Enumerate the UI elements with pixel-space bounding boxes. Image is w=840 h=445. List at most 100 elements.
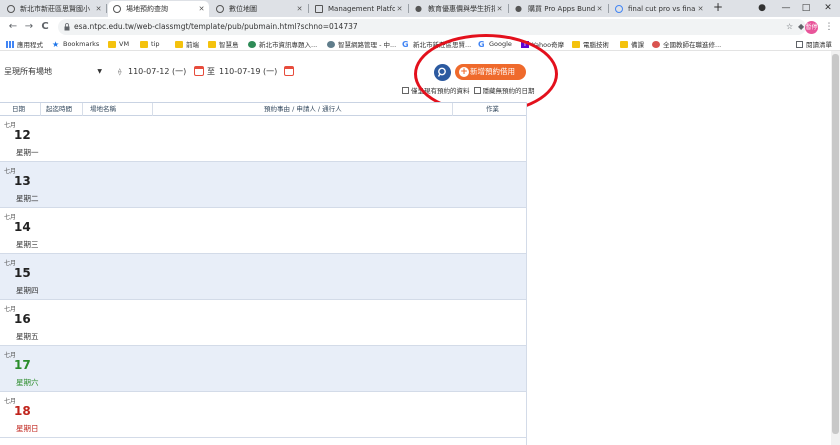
- tab-divider: [106, 4, 107, 13]
- extension-icon[interactable]: ◆: [798, 19, 804, 35]
- browser-toolbar: ← → C esa.ntpc.edu.tw/web-classmgt/templ…: [0, 17, 840, 37]
- close-tab-icon[interactable]: ✕: [696, 5, 705, 13]
- weekday-label: 星期一: [16, 148, 39, 157]
- weekday-label: 星期二: [16, 194, 39, 203]
- close-tab-icon[interactable]: ✕: [495, 5, 504, 13]
- bookmark-label: 電腦技術: [583, 41, 609, 49]
- bookmark-label: tip: [151, 40, 160, 48]
- bookmark-network-admin[interactable]: 智慧網路管理 - 中...: [327, 38, 396, 50]
- header-date: 日期: [12, 105, 25, 113]
- tab-title: final cut pro vs final cu: [628, 5, 696, 13]
- bookmark-vm[interactable]: VM: [108, 38, 129, 50]
- bookmark-lesson-prep[interactable]: 備課: [620, 38, 644, 50]
- folder-icon: [620, 40, 628, 48]
- bookmark-ntpc-topics[interactable]: 新北市資訊專題入...: [248, 38, 317, 50]
- reload-button[interactable]: C: [38, 19, 52, 35]
- day-number: 12: [14, 128, 31, 142]
- bookmark-star-icon[interactable]: ☆: [786, 19, 793, 35]
- tab-divider: [308, 4, 309, 13]
- tab-school-site[interactable]: 新北市新莊區思賢國小 ✕: [2, 1, 106, 17]
- tab-title: 購買 Pro Apps Bundle: [528, 5, 595, 13]
- close-tab-icon[interactable]: ✕: [595, 5, 604, 13]
- venue-select[interactable]: 呈現所有場地 ▼: [4, 64, 108, 80]
- day-number: 13: [14, 174, 31, 188]
- header-action: 作業: [486, 105, 499, 113]
- table-row: 七月 15 星期四: [0, 254, 526, 300]
- bookmark-label: 新北市資訊專題入...: [259, 41, 318, 49]
- table-row: 七月 17 星期六: [0, 346, 526, 392]
- tab-pro-apps-bundle[interactable]: ● 購買 Pro Apps Bundle ✕: [510, 1, 607, 17]
- tab-title: 新北市新莊區思賢國小: [20, 5, 90, 13]
- table-row: 七月 18 星期日: [0, 392, 526, 438]
- bookmark-tip[interactable]: tip: [140, 38, 159, 50]
- close-tab-icon[interactable]: ✕: [197, 5, 206, 13]
- bookmark-label: 智慧島: [219, 41, 239, 49]
- back-button[interactable]: ←: [6, 19, 20, 35]
- date-from-field[interactable]: 110-07-12 (一): [128, 64, 186, 80]
- weekday-label: 星期三: [16, 240, 39, 249]
- folder-icon: [208, 40, 216, 48]
- bookmark-label: Bookmarks: [63, 40, 100, 48]
- day-number: 14: [14, 220, 31, 234]
- tab-search-icon[interactable]: ●: [752, 0, 772, 17]
- bookmark-label: 智慧網路管理 - 中...: [338, 41, 397, 49]
- bookmark-apps[interactable]: 應用程式: [6, 38, 43, 50]
- weekday-label: 星期日: [16, 424, 39, 433]
- header-reason: 預約事由 / 申請人 / 通行人: [264, 105, 342, 113]
- minimize-button[interactable]: —: [776, 0, 796, 17]
- close-tab-icon[interactable]: ✕: [94, 5, 103, 13]
- show-reserved-checkbox[interactable]: [402, 86, 409, 94]
- weekday-label: 星期五: [16, 332, 39, 341]
- weekday-label: 星期四: [16, 286, 39, 295]
- calendar-icon[interactable]: [284, 66, 294, 76]
- globe-icon: [113, 5, 121, 13]
- bookmark-label: 應用程式: [17, 41, 43, 49]
- scrollbar-thumb[interactable]: [832, 54, 839, 434]
- address-bar[interactable]: esa.ntpc.edu.tw/web-classmgt/template/pu…: [58, 19, 806, 35]
- site-icon: [652, 40, 660, 48]
- tab-title: Management Platform: [328, 5, 395, 13]
- tab-google-search[interactable]: final cut pro vs final cu ✕: [610, 1, 708, 17]
- maximize-button[interactable]: □: [796, 0, 816, 17]
- tab-divider: [408, 4, 409, 13]
- venue-select-value: 呈現所有場地: [4, 67, 52, 76]
- apps-grid-icon: [6, 40, 14, 48]
- tab-title: 數位地圖: [229, 5, 257, 13]
- bookmark-teacher-training[interactable]: 全國教師在職進修...: [652, 38, 721, 50]
- tab-education-pricing[interactable]: ● 教育優惠價與學生折扣 ✕: [410, 1, 507, 17]
- bookmark-smart-island[interactable]: 智慧島: [208, 38, 239, 50]
- day-number: 16: [14, 312, 31, 326]
- tab-digital-map[interactable]: 數位地圖 ✕: [211, 1, 307, 17]
- table-row: 七月 16 星期五: [0, 300, 526, 346]
- tab-title: 場地預約查詢: [126, 5, 168, 13]
- globe-icon: [216, 5, 224, 13]
- close-window-button[interactable]: ✕: [818, 0, 838, 17]
- profile-avatar[interactable]: 暫停: [805, 21, 818, 34]
- close-tab-icon[interactable]: ✕: [395, 5, 404, 13]
- calendar-icon[interactable]: [194, 66, 204, 76]
- globe-icon: [7, 5, 15, 13]
- new-tab-button[interactable]: +: [711, 1, 725, 15]
- weekday-label: 星期六: [16, 378, 39, 387]
- date-to-field[interactable]: 110-07-19 (一): [219, 64, 277, 80]
- bookmark-label: 全國教師在職進修...: [663, 41, 722, 49]
- bookmark-computer-tech[interactable]: 電腦技術: [572, 38, 609, 50]
- header-divider: [152, 103, 153, 116]
- forward-button[interactable]: →: [22, 19, 36, 35]
- table-row: 七月 13 星期二: [0, 162, 526, 208]
- tab-venue-booking[interactable]: 場地預約查詢 ✕: [108, 1, 209, 17]
- bookmark-bookmarks[interactable]: ★ Bookmarks: [52, 38, 99, 50]
- tab-management-platform[interactable]: Management Platform ✕: [310, 1, 407, 17]
- tab-title: 教育優惠價與學生折扣: [428, 5, 495, 13]
- google-icon: G: [402, 39, 409, 49]
- table-row: 七月 12 星期一: [0, 116, 526, 162]
- bookmark-frontend[interactable]: 前端: [175, 38, 199, 50]
- more-menu-icon[interactable]: ⋮: [824, 19, 834, 35]
- day-number: 17: [14, 358, 31, 372]
- reading-list[interactable]: 閱讀清單: [796, 38, 832, 50]
- tab-divider: [508, 4, 509, 13]
- header-venue: 場地名稱: [90, 105, 116, 113]
- folder-icon: [175, 40, 183, 48]
- table-header: 日期 起迄時間 場地名稱 預約事由 / 申請人 / 通行人 作業: [0, 102, 526, 116]
- close-tab-icon[interactable]: ✕: [295, 5, 304, 13]
